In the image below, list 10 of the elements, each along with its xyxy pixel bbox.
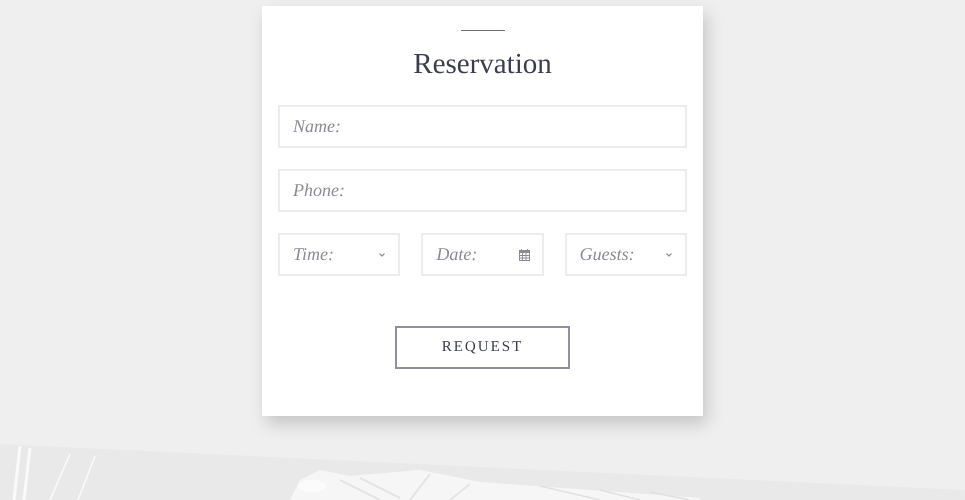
form-title: Reservation [412,47,553,81]
select-field[interactable]: Guests: [564,233,687,276]
select-field[interactable]: Time: [278,233,400,276]
date-field[interactable]: Date: [421,233,544,276]
chevron-down-icon [378,252,386,258]
input-field[interactable]: Phone: [278,169,687,212]
calendar-icon [518,248,530,260]
chevron-down-icon [665,252,673,258]
request-button[interactable]: REQUEST [395,326,570,369]
input-field[interactable]: Name: [278,105,687,148]
